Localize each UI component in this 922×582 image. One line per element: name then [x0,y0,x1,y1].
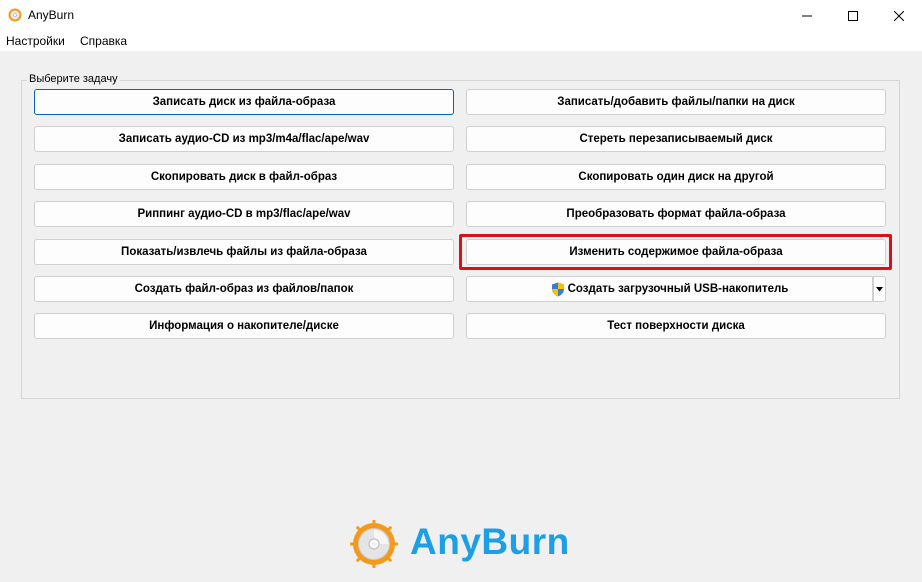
menu-settings[interactable]: Настройки [6,34,65,48]
create-bootable-usb-button[interactable]: Создать загрузочный USB-накопитель [466,276,873,302]
copy-disc-button[interactable]: Скопировать один диск на другой [466,164,886,190]
drive-info-button[interactable]: Информация о накопителе/диске [34,313,454,339]
anyburn-disc-logo [350,520,398,568]
minimize-icon [802,15,812,16]
uac-shield-icon [551,282,564,296]
menu-bar: Настройки Справка [0,31,922,51]
minimize-button[interactable] [784,0,830,31]
burn-image-button[interactable]: Записать диск из файла-образа [34,89,454,115]
anyburn-disc-icon [8,8,22,22]
copy-disc-to-image-button[interactable]: Скопировать диск в файл-образ [34,164,454,190]
create-image-from-files-button[interactable]: Создать файл-образ из файлов/папок [34,276,454,302]
bootable-usb-dropdown-button[interactable] [873,276,886,302]
window-title: AnyBurn [28,8,75,22]
group-title: Выберите задачу [27,73,120,85]
highlight-frame [459,234,892,270]
erase-rewritable-disc-button[interactable]: Стереть перезаписываемый диск [466,126,886,152]
anyburn-logo-text: AnyBurn [410,521,570,562]
maximize-button[interactable] [830,0,876,31]
close-icon [894,10,904,21]
burn-audio-cd-button[interactable]: Записать аудио-CD из mp3/m4a/flac/ape/wa… [34,126,454,152]
rip-audio-cd-button[interactable]: Риппинг аудио-CD в mp3/flac/ape/wav [34,201,454,227]
burn-files-to-disc-button[interactable]: Записать/добавить файлы/папки на диск [466,89,886,115]
maximize-icon [848,10,858,21]
disc-surface-test-button[interactable]: Тест поверхности диска [466,313,886,339]
triangle-down-icon [876,286,883,291]
title-bar: AnyBurn [0,0,922,31]
convert-image-format-button[interactable]: Преобразовать формат файла-образа [466,201,886,227]
browse-extract-image-button[interactable]: Показать/извлечь файлы из файла-образа [34,239,454,265]
close-button[interactable] [876,0,922,31]
create-bootable-usb-label: Создать загрузочный USB-накопитель [567,283,789,295]
menu-help[interactable]: Справка [80,34,127,48]
